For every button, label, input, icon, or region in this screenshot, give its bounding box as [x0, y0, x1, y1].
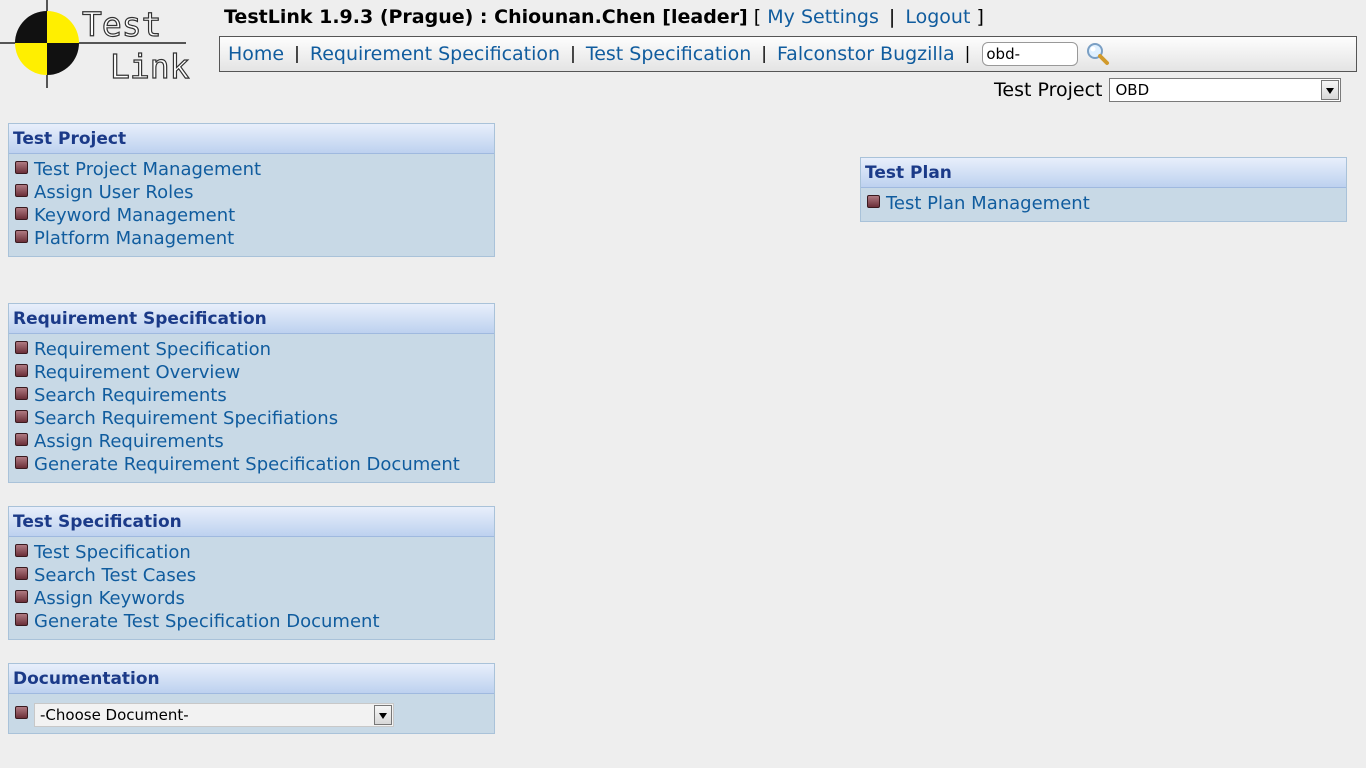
nav-test-spec-link[interactable]: Test Specification [586, 43, 751, 65]
nav-separator: | [294, 44, 300, 64]
menu-item-test-plan-management[interactable]: Test Plan Management [865, 192, 1346, 215]
svg-text:Test: Test [82, 5, 161, 44]
nav-requirement-spec-link[interactable]: Requirement Specification [310, 43, 560, 65]
menu-item-label[interactable]: Test Specification [34, 542, 191, 563]
menu-item-assign-user-roles[interactable]: Assign User Roles [13, 181, 494, 204]
dropdown-arrow-icon[interactable] [1321, 80, 1340, 100]
bullet-icon [15, 386, 28, 400]
menu-item-label[interactable]: Search Test Cases [34, 565, 196, 586]
panel-test-plan: Test Plan Test Plan Management [860, 157, 1347, 222]
bullet-icon [15, 160, 28, 174]
nav-separator: | [570, 44, 576, 64]
open-bracket: [ [753, 6, 762, 28]
bullet-icon [15, 455, 28, 469]
bullet-icon [15, 206, 28, 220]
menu-item-test-project-management[interactable]: Test Project Management [13, 158, 494, 181]
panel-documentation: Documentation -Choose Document- [8, 663, 495, 734]
nav-home-link[interactable]: Home [228, 43, 284, 65]
panel-title: Requirement Specification [9, 304, 494, 334]
menu-item-keyword-management[interactable]: Keyword Management [13, 204, 494, 227]
bullet-icon [867, 194, 880, 208]
bullet-icon [15, 543, 28, 557]
nav-bugzilla-link[interactable]: Falconstor Bugzilla [777, 43, 955, 65]
menu-item-generate-test-spec-doc[interactable]: Generate Test Specification Document [13, 610, 494, 633]
project-select-value: OBD [1115, 81, 1150, 99]
bullet-icon [15, 612, 28, 626]
panel-title: Documentation [9, 664, 494, 694]
menu-item-label[interactable]: Test Plan Management [886, 193, 1090, 214]
bullet-icon [15, 363, 28, 377]
bullet-icon [15, 183, 28, 197]
panel-requirement-specification: Requirement Specification Requirement Sp… [8, 303, 495, 483]
menu-item-requirement-specification[interactable]: Requirement Specification [13, 338, 494, 361]
nav-separator: | [761, 44, 767, 64]
panel-test-project: Test Project Test Project Management Ass… [8, 123, 495, 257]
menu-item-label[interactable]: Keyword Management [34, 205, 235, 226]
menu-item-assign-keywords[interactable]: Assign Keywords [13, 587, 494, 610]
testlink-logo[interactable]: Test Link [0, 0, 190, 88]
dropdown-arrow-icon[interactable] [374, 705, 392, 725]
menu-item-label[interactable]: Test Project Management [34, 159, 261, 180]
menu-item-label[interactable]: Assign User Roles [34, 182, 194, 203]
menu-item-label[interactable]: Requirement Specification [34, 339, 271, 360]
menu-item-label[interactable]: Search Requirement Specifiations [34, 408, 338, 429]
my-settings-link[interactable]: My Settings [767, 6, 879, 28]
bullet-icon [15, 409, 28, 423]
nav-separator: | [964, 44, 971, 64]
menu-item-label[interactable]: Platform Management [34, 228, 234, 249]
document-select-value: -Choose Document- [40, 706, 189, 724]
main-navbar: Home | Requirement Specification | Test … [219, 36, 1357, 72]
panel-title: Test Plan [861, 158, 1346, 188]
close-bracket: ] [976, 6, 984, 28]
panel-title: Test Project [9, 124, 494, 154]
header-bar: TestLink 1.9.3 (Prague) : Chiounan.Chen … [224, 6, 984, 28]
search-icon[interactable] [1084, 41, 1110, 67]
project-selector: Test Project OBD [994, 77, 1342, 103]
menu-item-requirement-overview[interactable]: Requirement Overview [13, 361, 494, 384]
panel-test-specification: Test Specification Test Specification Se… [8, 506, 495, 640]
menu-item-generate-requirement-doc[interactable]: Generate Requirement Specification Docum… [13, 453, 494, 476]
testcase-search-input[interactable]: obd- [982, 42, 1079, 66]
menu-item-label[interactable]: Requirement Overview [34, 362, 240, 383]
menu-item-search-requirements[interactable]: Search Requirements [13, 384, 494, 407]
documentation-row: -Choose Document- [13, 698, 494, 732]
menu-item-search-requirement-specifications[interactable]: Search Requirement Specifiations [13, 407, 494, 430]
bullet-icon [15, 589, 28, 603]
document-select[interactable]: -Choose Document- [34, 703, 394, 727]
menu-item-label[interactable]: Generate Test Specification Document [34, 611, 380, 632]
bullet-icon [15, 340, 28, 354]
project-selector-label: Test Project [994, 79, 1103, 101]
bullet-icon [15, 432, 28, 446]
svg-text:Link: Link [110, 47, 190, 86]
menu-item-label[interactable]: Search Requirements [34, 385, 227, 406]
menu-item-test-specification[interactable]: Test Specification [13, 541, 494, 564]
app-title: TestLink 1.9.3 (Prague) : Chiounan.Chen … [224, 6, 748, 28]
panel-title: Test Specification [9, 507, 494, 537]
project-select[interactable]: OBD [1109, 78, 1342, 102]
bullet-icon [15, 229, 28, 243]
menu-item-assign-requirements[interactable]: Assign Requirements [13, 430, 494, 453]
bullet-icon [15, 566, 28, 580]
bullet-icon [15, 706, 28, 719]
menu-item-label[interactable]: Assign Keywords [34, 588, 185, 609]
menu-item-label[interactable]: Generate Requirement Specification Docum… [34, 454, 460, 475]
header-separator: | [888, 6, 896, 28]
menu-item-label[interactable]: Assign Requirements [34, 431, 224, 452]
menu-item-search-test-cases[interactable]: Search Test Cases [13, 564, 494, 587]
logout-link[interactable]: Logout [905, 6, 970, 28]
menu-item-platform-management[interactable]: Platform Management [13, 227, 494, 250]
